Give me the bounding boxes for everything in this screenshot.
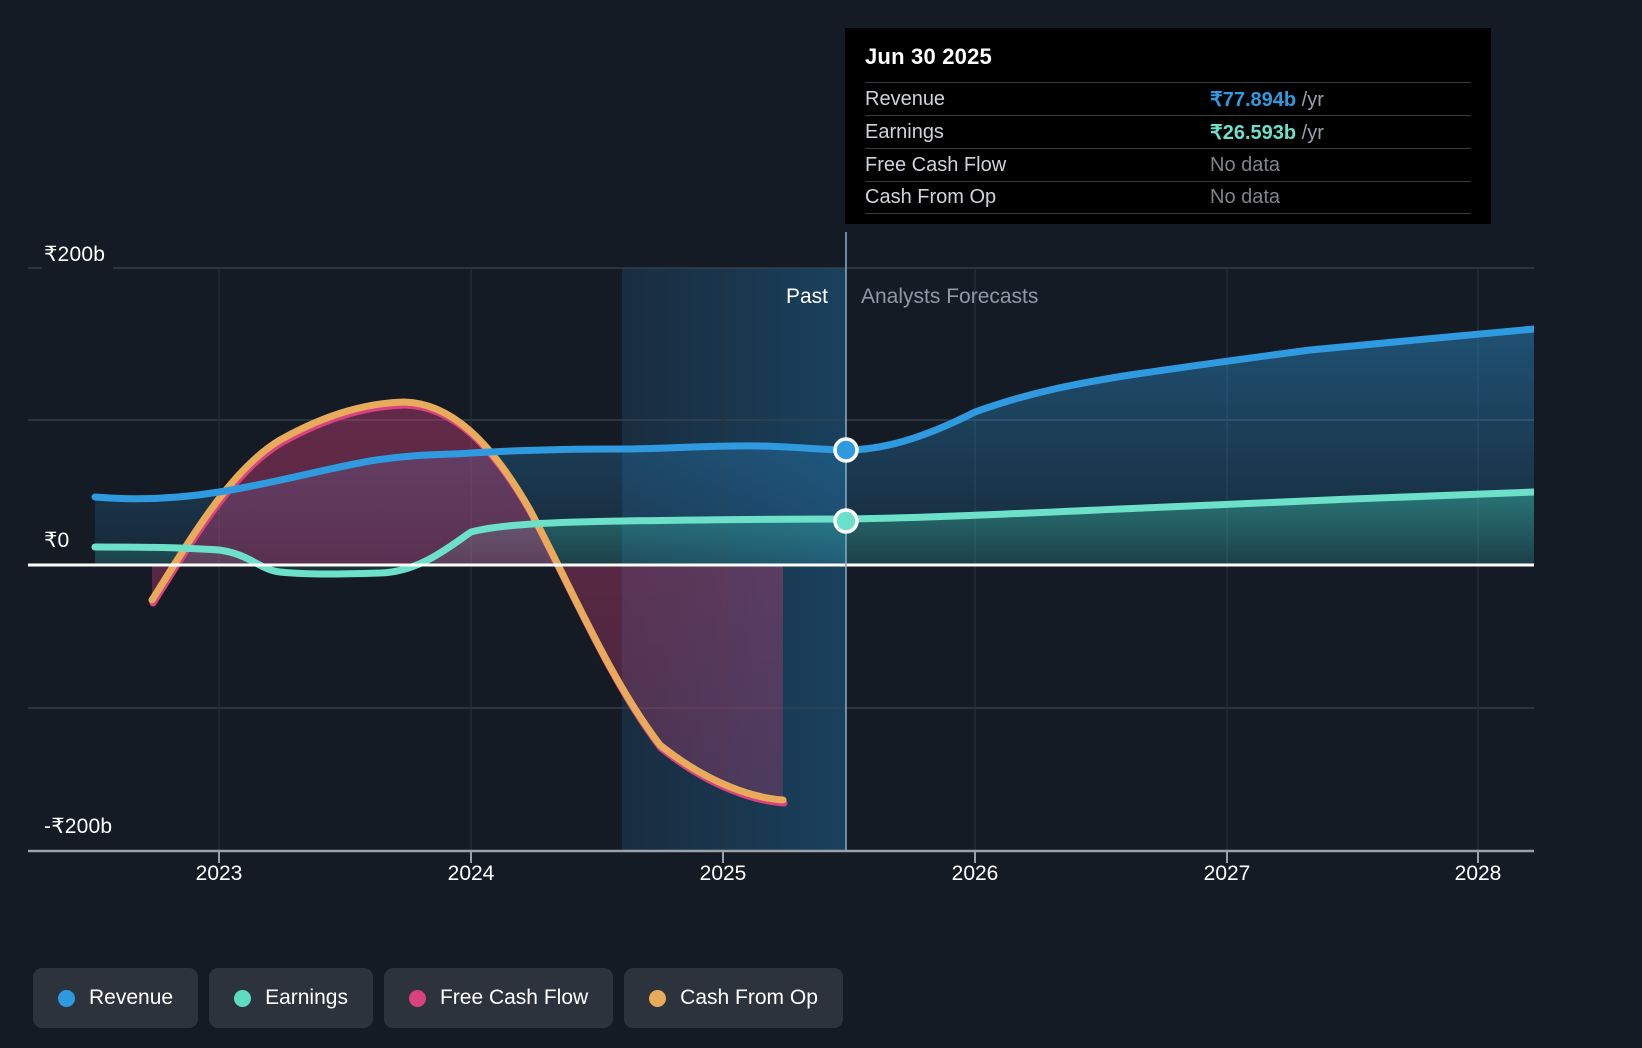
- x-axis-label-2026: 2026: [951, 862, 999, 885]
- tooltip-row-value: ₹77.894b /yr: [1210, 87, 1324, 112]
- legend-item-earnings[interactable]: Earnings: [209, 968, 373, 1028]
- tooltip-row-amount: ₹77.894b: [1210, 88, 1297, 111]
- legend-item-free-cash-flow[interactable]: Free Cash Flow: [383, 968, 614, 1028]
- tooltip-row: Free Cash Flow No data: [865, 148, 1471, 181]
- legend-color-dot-icon: [234, 989, 252, 1007]
- y-axis-label-bottom: -₹200b: [42, 812, 121, 841]
- legend-color-dot-icon: [649, 989, 667, 1007]
- tooltip-row-label: Revenue: [865, 87, 946, 110]
- y-axis-label-zero: ₹0: [42, 526, 78, 555]
- x-axis-label-2023: 2023: [195, 862, 243, 885]
- chart-legend: Revenue Earnings Free Cash Flow Cash From O…: [33, 968, 843, 1028]
- y-axis-label-top: ₹200b: [42, 240, 114, 269]
- forecasts-label: Analysts Forecasts: [861, 285, 1039, 308]
- earnings-revenue-chart: ₹200b ₹0 -₹200b 2023 2024 2025 2026 2027…: [0, 0, 1642, 1048]
- legend-item-label: Free Cash Flow: [439, 986, 589, 1009]
- legend-item-label: Earnings: [265, 986, 348, 1009]
- legend-item-cash-from-op[interactable]: Cash From Op: [624, 968, 843, 1028]
- legend-item-label: Cash From Op: [680, 986, 818, 1009]
- tooltip-row-label: Free Cash Flow: [865, 153, 1007, 176]
- legend-color-dot-icon: [58, 989, 75, 1007]
- tooltip-row-value: ₹26.593b /yr: [1210, 120, 1324, 145]
- legend-item-revenue[interactable]: Revenue: [33, 968, 199, 1028]
- x-axis-label-2028: 2028: [1454, 862, 1502, 885]
- legend-item-label: Revenue: [89, 986, 174, 1009]
- data-tooltip: Jun 30 2025 Revenue ₹77.894b /yr Earnings ₹…: [845, 28, 1491, 224]
- tooltip-row: Revenue ₹77.894b /yr: [865, 82, 1471, 115]
- earnings-marker[interactable]: [833, 508, 859, 534]
- revenue-marker[interactable]: [833, 437, 859, 463]
- tooltip-date: Jun 30 2025: [865, 44, 992, 69]
- legend-color-dot-icon: [408, 989, 426, 1007]
- tooltip-row-value: No data: [1210, 186, 1281, 208]
- tooltip-row-unit: /yr: [1296, 121, 1324, 144]
- tooltip-row: Earnings ₹26.593b /yr: [865, 115, 1471, 148]
- x-axis-label-2025: 2025: [699, 862, 747, 885]
- x-axis-label-2027: 2027: [1203, 862, 1251, 885]
- tooltip-row-unit: /yr: [1296, 88, 1324, 111]
- tooltip-row-label: Cash From Op: [865, 186, 997, 208]
- tooltip-row-value: No data: [1210, 153, 1281, 176]
- past-label: Past: [786, 285, 829, 308]
- tooltip-row-label: Earnings: [865, 120, 944, 143]
- tooltip-rows: Revenue ₹77.894b /yr Earnings ₹26.593b /yr F…: [865, 82, 1471, 214]
- tooltip-row: Cash From Op No data: [865, 181, 1471, 214]
- tooltip-row-amount: ₹26.593b: [1210, 121, 1297, 144]
- x-axis-ticks: [218, 851, 1479, 863]
- x-axis-label-2024: 2024: [447, 862, 495, 885]
